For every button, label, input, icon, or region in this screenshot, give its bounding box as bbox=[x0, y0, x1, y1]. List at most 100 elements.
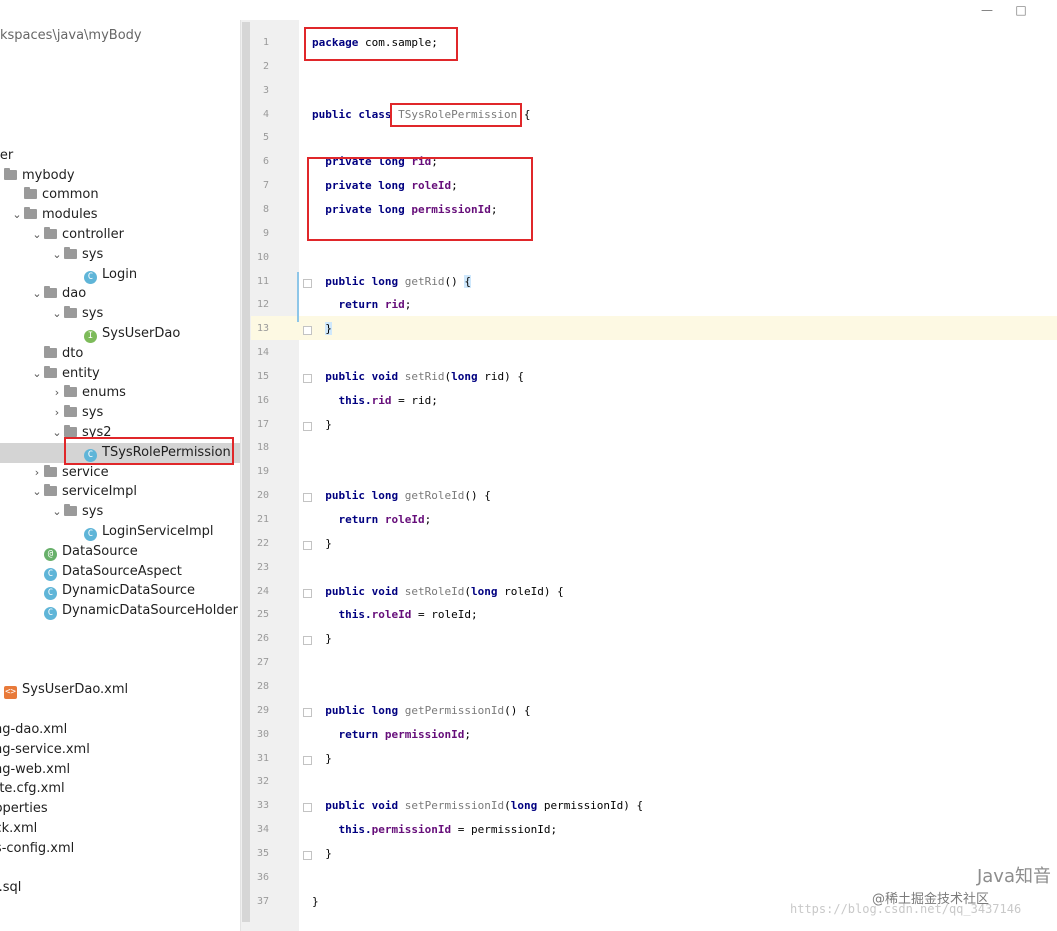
fold-marker-icon[interactable] bbox=[303, 803, 312, 813]
chevron-down-icon[interactable]: ⌄ bbox=[50, 245, 64, 265]
fold-marker-icon[interactable] bbox=[303, 540, 312, 550]
tree-item-label: DataSourceAspect bbox=[62, 563, 182, 579]
code-line[interactable]: } bbox=[312, 752, 332, 765]
folder-icon bbox=[64, 425, 77, 437]
code-line[interactable]: return roleId; bbox=[312, 513, 432, 526]
chevron-right-icon[interactable]: › bbox=[50, 403, 64, 423]
tree-item-label: c.properties bbox=[0, 801, 48, 817]
fold-marker-icon[interactable] bbox=[303, 707, 312, 717]
code-line[interactable]: } bbox=[312, 418, 332, 431]
code-token: permissionId bbox=[371, 823, 452, 837]
folder-icon bbox=[64, 405, 77, 418]
code-token: } bbox=[312, 751, 332, 765]
fold-marker-icon[interactable] bbox=[303, 278, 312, 288]
tree-scrollbar-thumb[interactable] bbox=[242, 22, 250, 922]
tree-scrollbar[interactable] bbox=[240, 20, 251, 931]
line-number: 22 bbox=[256, 537, 269, 549]
code-line[interactable]: } bbox=[312, 847, 332, 860]
chevron-down-icon[interactable]: ⌄ bbox=[30, 364, 44, 384]
xml-file-icon: <> bbox=[4, 686, 17, 700]
line-number: 30 bbox=[256, 728, 269, 740]
code-token: ; bbox=[404, 298, 412, 312]
line-number: 15 bbox=[256, 370, 269, 382]
code-line[interactable]: public void setRoleId(long roleId) { bbox=[312, 584, 564, 598]
line-number: 23 bbox=[256, 561, 269, 573]
chevron-right-icon[interactable]: › bbox=[30, 463, 44, 483]
code-line[interactable]: this.rid = rid; bbox=[312, 394, 438, 407]
highlight-box-tree-item bbox=[64, 437, 234, 465]
code-line[interactable]: this.roleId = roleId; bbox=[312, 608, 478, 621]
code-line[interactable]: return permissionId; bbox=[312, 728, 471, 741]
line-number: 33 bbox=[256, 800, 269, 812]
fold-marker-icon[interactable] bbox=[303, 326, 312, 336]
chevron-down-icon[interactable]: ⌄ bbox=[30, 225, 44, 245]
tree-item-label: sys bbox=[82, 405, 104, 421]
line-number: 2 bbox=[262, 60, 269, 72]
fold-marker-icon[interactable] bbox=[303, 373, 312, 383]
chevron-down-icon[interactable]: ⌄ bbox=[50, 304, 64, 324]
chevron-down-icon[interactable]: ⌄ bbox=[30, 482, 44, 502]
chevron-down-icon[interactable]: ⌄ bbox=[30, 284, 44, 304]
code-token: () { bbox=[464, 489, 491, 503]
folder-icon bbox=[4, 167, 17, 180]
chevron-down-icon[interactable]: ⌄ bbox=[50, 502, 64, 522]
code-token: this. bbox=[338, 823, 372, 837]
code-token: setRoleId bbox=[404, 584, 465, 598]
code-line[interactable]: public long getRid() { bbox=[312, 274, 471, 288]
folder-icon bbox=[64, 306, 77, 319]
fold-marker-icon[interactable] bbox=[303, 493, 312, 503]
line-number: 10 bbox=[256, 251, 269, 263]
interface-icon: I bbox=[84, 330, 97, 343]
code-token: roleId) { bbox=[504, 584, 564, 598]
folder-icon bbox=[24, 187, 37, 200]
code-token: } bbox=[312, 632, 332, 646]
fold-marker-icon[interactable] bbox=[303, 850, 312, 860]
minimize-button[interactable]: — bbox=[972, 0, 1002, 20]
code-line[interactable]: } bbox=[312, 537, 332, 550]
line-number: 31 bbox=[256, 752, 269, 764]
line-number: 9 bbox=[262, 227, 269, 239]
folder-icon bbox=[44, 227, 57, 239]
tree-item-label: service bbox=[62, 464, 109, 480]
code-line[interactable]: public void setRid(long rid) { bbox=[312, 370, 524, 383]
line-number: 5 bbox=[262, 132, 269, 144]
maximize-button[interactable]: □ bbox=[1006, 0, 1036, 20]
line-number: 21 bbox=[256, 514, 269, 525]
chevron-down-icon[interactable]: ⌄ bbox=[10, 205, 24, 225]
code-line[interactable]: this.permissionId = permissionId; bbox=[312, 823, 558, 837]
line-number: 11 bbox=[256, 275, 269, 287]
code-token: } bbox=[312, 417, 332, 431]
fold-marker-icon[interactable] bbox=[303, 421, 312, 431]
code-token: return bbox=[338, 298, 385, 312]
line-number: 4 bbox=[262, 108, 269, 120]
code-line[interactable]: } bbox=[312, 632, 332, 645]
code-token: roleId bbox=[384, 513, 425, 526]
chevron-down-icon[interactable]: ⌄ bbox=[50, 423, 64, 443]
code-line[interactable]: } bbox=[312, 895, 319, 908]
fold-marker-icon[interactable] bbox=[303, 755, 312, 765]
code-line[interactable]: public long getPermissionId() { bbox=[312, 703, 530, 717]
code-line[interactable]: } bbox=[312, 322, 332, 336]
fold-marker-icon[interactable] bbox=[303, 636, 312, 646]
code-line[interactable]: public void setPermissionId(long permiss… bbox=[312, 799, 643, 812]
line-number: 20 bbox=[256, 490, 269, 502]
fold-marker-icon[interactable] bbox=[303, 588, 312, 598]
tree-item-label: serviceImpl bbox=[62, 484, 137, 500]
code-token: getPermissionId bbox=[404, 703, 505, 717]
folder-icon bbox=[64, 246, 77, 259]
tree-item-label: entity bbox=[62, 365, 100, 381]
code-token: rid bbox=[384, 298, 405, 312]
code-token: public void bbox=[325, 799, 405, 813]
code-line[interactable]: return rid; bbox=[312, 298, 412, 312]
code-token: public void bbox=[325, 584, 405, 598]
code-line[interactable]: public long getRoleId() { bbox=[312, 489, 491, 502]
tree-item-label: sys bbox=[82, 306, 104, 322]
chevron-right-icon[interactable]: › bbox=[50, 383, 64, 403]
